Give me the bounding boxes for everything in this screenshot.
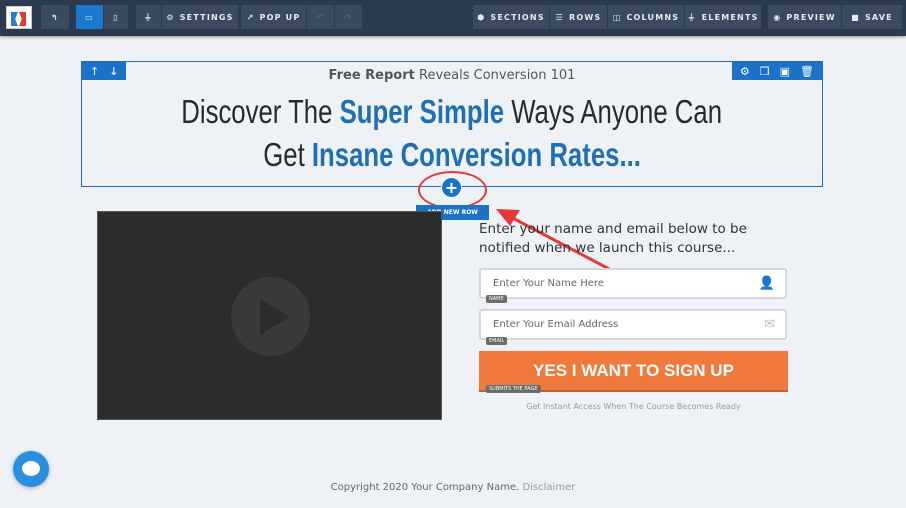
name-field-tag: NAME — [486, 295, 507, 303]
user-icon: 👤 — [758, 276, 775, 291]
access-note: Get Instant Access When The Course Becom… — [526, 402, 741, 411]
footer: Copyright 2020 Your Company Name. Discla… — [0, 482, 906, 493]
submit-tag: SUBMITS THE PAGE — [486, 385, 541, 393]
play-icon[interactable] — [231, 277, 310, 356]
name-placeholder: Enter Your Name Here — [493, 278, 604, 289]
chat-bubble-icon[interactable] — [13, 451, 49, 487]
video-player[interactable] — [97, 211, 442, 420]
copyright-text: Copyright 2020 Your Company Name. — [330, 482, 523, 493]
envelope-icon: ✉ — [764, 317, 775, 332]
disclaimer-link[interactable]: Disclaimer — [522, 482, 575, 493]
email-placeholder: Enter Your Email Address — [493, 319, 619, 330]
email-input[interactable]: Enter Your Email Address ✉ — [479, 309, 787, 340]
name-input[interactable]: Enter Your Name Here 👤 — [479, 268, 787, 299]
form-intro-text: Enter your name and email below to be no… — [479, 221, 747, 256]
email-field-tag: EMAIL — [486, 337, 508, 345]
